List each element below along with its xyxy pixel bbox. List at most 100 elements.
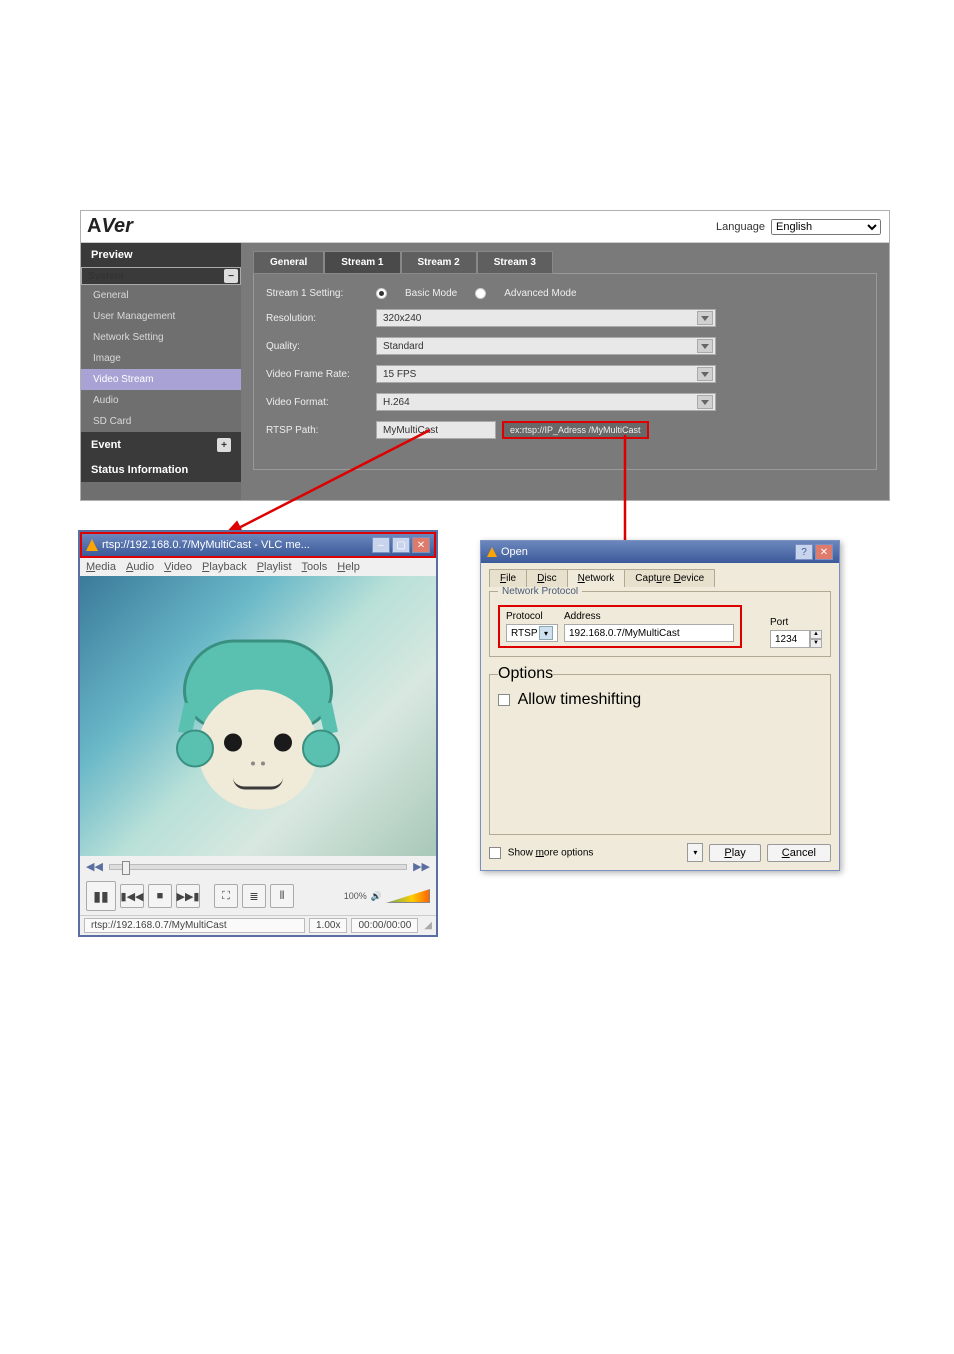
format-select[interactable]: H.264 (376, 393, 716, 411)
spinner-down[interactable]: ▼ (810, 639, 822, 648)
close-button[interactable]: ✕ (815, 544, 833, 560)
quality-label: Quality: (266, 341, 376, 352)
rewind-icon[interactable]: ◀◀ (86, 860, 103, 873)
menu-audio[interactable]: Audio (126, 561, 154, 573)
address-label: Address (564, 611, 734, 622)
sidebar: Preview System − General User Management… (81, 243, 241, 500)
collapse-icon[interactable]: − (224, 269, 238, 283)
rtsp-path-input[interactable]: MyMultiCast (376, 421, 496, 439)
sidebar-item-general[interactable]: General (81, 285, 241, 306)
minimize-button[interactable]: – (372, 537, 390, 553)
speaker-icon[interactable]: 🔊 (371, 891, 382, 902)
menu-media[interactable]: Media (86, 561, 116, 573)
radio-advanced-mode[interactable] (475, 288, 486, 299)
vlc-titlebar[interactable]: rtsp://192.168.0.7/MyMultiCast - VLC me.… (80, 532, 436, 558)
basic-mode-label: Basic Mode (405, 288, 457, 299)
sidebar-section-status[interactable]: Status Information (81, 458, 241, 482)
prev-button[interactable]: ▮◀◀ (120, 884, 144, 908)
checkbox-icon[interactable] (498, 694, 510, 706)
next-button[interactable]: ▶▶▮ (176, 884, 200, 908)
language-label: Language (716, 221, 765, 233)
volume-slider[interactable] (386, 889, 430, 903)
sidebar-item-audio[interactable]: Audio (81, 390, 241, 411)
rtsp-label: RTSP Path: (266, 425, 376, 436)
playback-speed: 1.00x (309, 918, 347, 933)
sidebar-item-network-setting[interactable]: Network Setting (81, 327, 241, 348)
spinner-up[interactable]: ▲ (810, 630, 822, 639)
maximize-button[interactable]: ▢ (392, 537, 410, 553)
chevron-down-icon: ▾ (539, 626, 553, 640)
checkbox-icon[interactable] (489, 847, 501, 859)
play-split-button[interactable]: ▾ (687, 843, 703, 862)
seek-bar-row: ◀◀ ▶▶ (80, 856, 436, 877)
menu-video[interactable]: Video (164, 561, 192, 573)
tab-stream2[interactable]: Stream 2 (401, 251, 477, 274)
play-button[interactable]: Play (709, 844, 760, 862)
show-more-option[interactable]: Show more options (489, 847, 593, 859)
open-tabs: File Disc Network Capture Device (489, 569, 831, 587)
resize-grip-icon[interactable]: ◢ (424, 920, 432, 931)
dialog-footer: Show more options ▾ Play Cancel (489, 843, 831, 862)
sidebar-item-user-management[interactable]: User Management (81, 306, 241, 327)
resolution-label: Resolution: (266, 313, 376, 324)
tab-file[interactable]: File (489, 569, 527, 587)
menu-tools[interactable]: Tools (302, 561, 328, 573)
options-legend: Options (498, 665, 553, 683)
fullscreen-button[interactable]: ⛶ (214, 884, 238, 908)
advanced-mode-label: Advanced Mode (504, 288, 576, 299)
video-area[interactable] (80, 576, 436, 856)
expand-icon[interactable]: + (217, 438, 231, 452)
sidebar-section-system[interactable]: System − (81, 267, 241, 285)
sidebar-section-event[interactable]: Event + (81, 432, 241, 458)
sidebar-section-preview[interactable]: Preview (81, 243, 241, 267)
tab-network[interactable]: Network (567, 569, 626, 587)
rtsp-hint: ex:rtsp://IP_Adress /MyMultiCast (502, 421, 649, 439)
chevron-down-icon (697, 367, 713, 381)
protocol-select[interactable]: RTSP ▾ (506, 624, 558, 642)
menu-playlist[interactable]: Playlist (257, 561, 292, 573)
protocol-label: Protocol (506, 611, 558, 622)
close-button[interactable]: ✕ (412, 537, 430, 553)
sidebar-item-image[interactable]: Image (81, 348, 241, 369)
address-input[interactable] (564, 624, 734, 642)
sidebar-item-video-stream[interactable]: Video Stream (81, 369, 241, 390)
stop-button[interactable]: ■ (148, 884, 172, 908)
sidebar-item-sd-card[interactable]: SD Card (81, 411, 241, 432)
port-label: Port (770, 617, 822, 628)
menu-playback[interactable]: Playback (202, 561, 247, 573)
playlist-button[interactable]: ≣ (242, 884, 266, 908)
tab-capture[interactable]: Capture Device (624, 569, 715, 587)
seek-thumb[interactable] (122, 861, 130, 875)
timeshift-option[interactable]: Allow timeshifting (498, 691, 641, 708)
tab-stream3[interactable]: Stream 3 (477, 251, 553, 274)
vlc-cone-icon (86, 539, 98, 551)
forward-icon[interactable]: ▶▶ (413, 860, 430, 873)
port-input[interactable] (770, 630, 810, 648)
vlc-cone-icon (487, 547, 497, 557)
chevron-down-icon (697, 311, 713, 325)
cancel-button[interactable]: Cancel (767, 844, 831, 862)
volume-label: 100% (344, 891, 367, 901)
vlc-menubar: Media Audio Video Playback Playlist Tool… (80, 558, 436, 576)
language-select[interactable]: English (771, 219, 881, 235)
tab-general[interactable]: General (253, 251, 324, 274)
menu-help[interactable]: Help (337, 561, 360, 573)
fps-select[interactable]: 15 FPS (376, 365, 716, 383)
network-protocol-legend: Network Protocol (498, 586, 582, 597)
radio-basic-mode[interactable] (376, 288, 387, 299)
open-titlebar[interactable]: Open ? ✕ (481, 541, 839, 563)
resolution-select[interactable]: 320x240 (376, 309, 716, 327)
controls-row: ▮▮ ▮◀◀ ■ ▶▶▮ ⛶ ≣ ⫴ 100% 🔊 (80, 877, 436, 915)
tab-stream1[interactable]: Stream 1 (324, 251, 400, 274)
equalizer-button[interactable]: ⫴ (270, 884, 294, 908)
tab-disc[interactable]: Disc (526, 569, 567, 587)
seek-bar[interactable] (109, 864, 407, 870)
stream-tabs: General Stream 1 Stream 2 Stream 3 (253, 251, 877, 274)
vlc-player-window: rtsp://192.168.0.7/MyMultiCast - VLC me.… (78, 530, 438, 937)
fps-label: Video Frame Rate: (266, 369, 376, 380)
help-button[interactable]: ? (795, 544, 813, 560)
language-selector: Language English (716, 219, 881, 235)
quality-select[interactable]: Standard (376, 337, 716, 355)
play-pause-button[interactable]: ▮▮ (86, 881, 116, 911)
options-fieldset: Options Allow timeshifting (489, 665, 831, 835)
